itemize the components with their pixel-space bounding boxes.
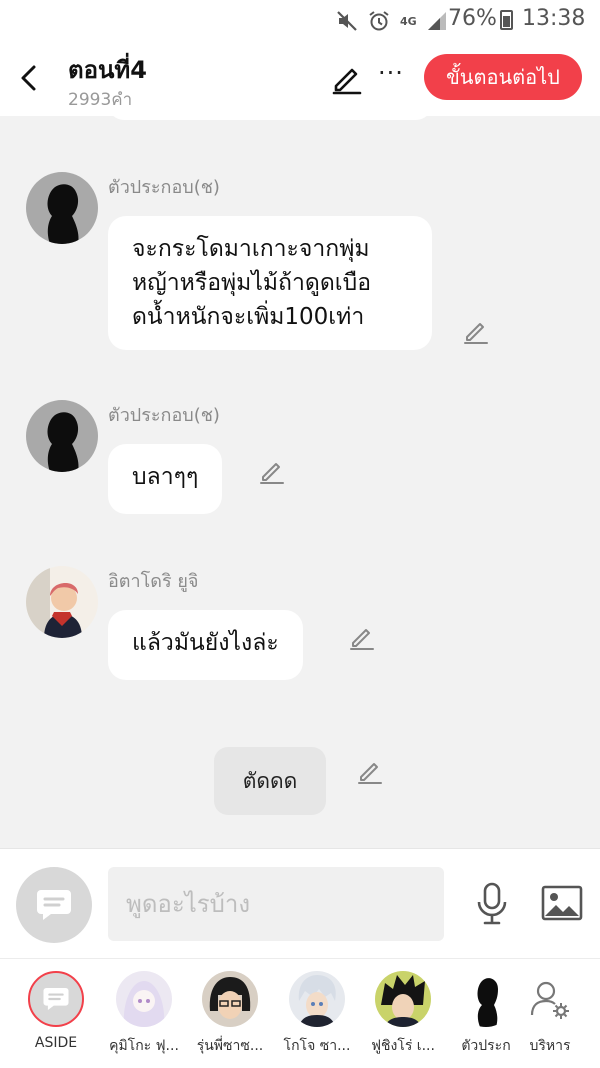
- avatar[interactable]: [26, 400, 98, 472]
- avatar[interactable]: [26, 172, 98, 244]
- chat-bubble-icon: [43, 987, 69, 1011]
- more-options-button[interactable]: ···: [378, 61, 403, 86]
- character-aside[interactable]: ASIDE: [16, 971, 96, 1051]
- back-button[interactable]: [12, 58, 44, 98]
- edit-narration-icon[interactable]: [356, 758, 384, 786]
- silhouette-avatar-image: [26, 400, 98, 472]
- battery-icon: [500, 10, 513, 30]
- sender-name: ตัวประกอบ(ช): [108, 177, 220, 198]
- message-bubble[interactable]: จะกระโดมาเกาะจากพุ่ม หญ้าหรือพุ่มไม้ถ้าด…: [108, 216, 432, 350]
- character-avatar-image: [116, 971, 172, 1027]
- edit-button[interactable]: [330, 62, 364, 96]
- character-label: บริหาร: [529, 1038, 571, 1054]
- status-icons: 4G: [336, 8, 447, 34]
- sender-name: อิตาโดริ ยูจิ: [108, 571, 199, 592]
- message-input-bar: [0, 848, 600, 959]
- message-text-line: จะกระโดมาเกาะจากพุ่ม: [132, 236, 370, 262]
- chevron-left-icon: [21, 65, 36, 91]
- avatar: [202, 971, 258, 1027]
- manage-characters-button[interactable]: บริหาร: [510, 971, 590, 1057]
- avatar: [116, 971, 172, 1027]
- character-avatar-image: [26, 566, 98, 638]
- character-label: คุมิโกะ ฟุ...: [109, 1038, 179, 1054]
- battery-percentage: 76%: [448, 6, 497, 31]
- avatar: [375, 971, 431, 1027]
- network-type: 4G: [400, 14, 417, 28]
- sender-name: ตัวประกอบ(ช): [108, 405, 220, 426]
- avatar: [289, 971, 345, 1027]
- avatar: [458, 971, 514, 1027]
- aside-toggle-button[interactable]: [16, 867, 92, 943]
- message-bubble[interactable]: แล้วมันยังไงล่ะ: [108, 610, 303, 680]
- image-icon: [541, 885, 583, 921]
- message-bubble[interactable]: บลาๆๆ: [108, 444, 223, 514]
- insert-image-button[interactable]: [540, 883, 584, 923]
- character-fushiguro[interactable]: ฟูชิงโร่ เ...: [363, 971, 443, 1057]
- message-text-line: หญ้าหรือพุ่มไม้ถ้าดูดเบือ: [132, 270, 372, 296]
- message-input[interactable]: [108, 867, 444, 941]
- aside-avatar: [28, 971, 84, 1027]
- character-label: ASIDE: [34, 1035, 78, 1051]
- character-selector-bar: ASIDE คุมิโกะ ฟุ... รุ่นพี่ซาซ... โกโจ ซ…: [0, 958, 600, 1068]
- silhouette-avatar-image: [458, 971, 514, 1027]
- microphone-button[interactable]: [472, 881, 512, 927]
- clock: 13:38: [522, 6, 586, 31]
- character-gojo[interactable]: โกโจ ซา...: [277, 971, 357, 1057]
- character-kumiko[interactable]: คุมิโกะ ฟุ...: [104, 971, 184, 1057]
- pencil-icon: [332, 68, 362, 95]
- chat-bubble-icon: [37, 890, 71, 920]
- narration-bubble[interactable]: ตัดดด: [214, 747, 326, 815]
- character-avatar-image: [289, 971, 345, 1027]
- status-bar: 4G 76% 13:38: [0, 0, 600, 42]
- edit-message-icon[interactable]: [462, 318, 490, 346]
- character-label: โกโจ ซา...: [283, 1038, 351, 1054]
- page-title: ตอนที่4: [68, 56, 147, 84]
- message-text-line: ดน้ำหนักจะเพิ่ม100เท่า: [132, 304, 365, 330]
- word-count: 2993คำ: [68, 90, 133, 110]
- mute-icon: [337, 11, 357, 31]
- avatar[interactable]: [26, 566, 98, 638]
- user-settings-icon: [530, 981, 569, 1019]
- silhouette-avatar-image: [26, 172, 98, 244]
- signal-icon: [427, 12, 446, 30]
- alarm-icon: [369, 11, 389, 31]
- edit-message-icon[interactable]: [258, 458, 286, 486]
- character-label: รุ่นพี่ซาซ...: [196, 1038, 264, 1054]
- message-bubble-partial: [108, 116, 432, 120]
- chat-area[interactable]: ตัวประกอบ(ช) จะกระโดมาเกาะจากพุ่ม หญ้าหร…: [0, 116, 600, 848]
- header: ตอนที่4 2993คำ ··· ขั้นตอนต่อไป: [0, 42, 600, 116]
- character-label: ฟูชิงโร่ เ...: [371, 1038, 435, 1054]
- next-episode-button[interactable]: ขั้นตอนต่อไป: [424, 54, 582, 100]
- edit-message-icon[interactable]: [348, 624, 376, 652]
- character-senpai[interactable]: รุ่นพี่ซาซ...: [190, 971, 270, 1057]
- character-avatar-image: [375, 971, 431, 1027]
- character-avatar-image: [202, 971, 258, 1027]
- microphone-icon: [477, 882, 507, 925]
- more-icon: ···: [378, 59, 404, 87]
- manage-avatar: [522, 971, 578, 1027]
